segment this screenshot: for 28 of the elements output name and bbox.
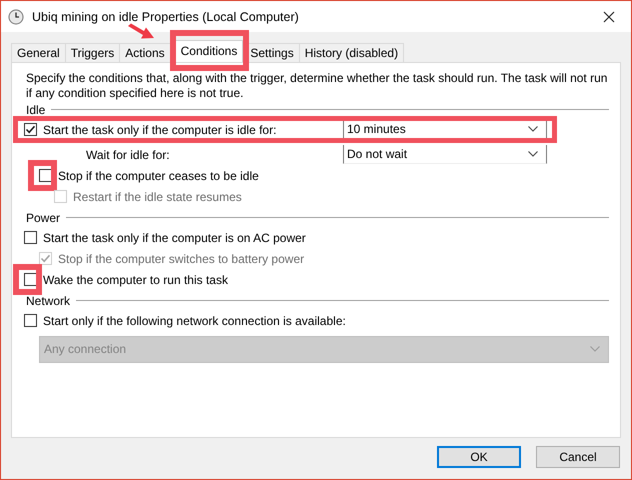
- dialog-button[interactable]: OK: [437, 446, 521, 468]
- checkbox-label[interactable]: Start the task only if the computer is idle for:: [43, 122, 343, 136]
- chevron-down-icon: [528, 126, 538, 132]
- section-heading: Network: [26, 294, 72, 308]
- tab[interactable]: History (disabled): [298, 43, 404, 62]
- checkbox[interactable]: [39, 169, 52, 182]
- checkbox[interactable]: [24, 123, 37, 136]
- checkbox-label[interactable]: Wake the computer to run this task: [43, 272, 228, 286]
- tab[interactable]: Triggers: [64, 43, 120, 62]
- checkbox[interactable]: [24, 314, 37, 327]
- description-text: Specify the conditions that, along with the trigger, determine whether the task should run. The task will not run if any condition specified here is not true.: [26, 71, 608, 101]
- close-icon[interactable]: [603, 10, 615, 22]
- checkbox[interactable]: [24, 231, 37, 244]
- tab[interactable]: Conditions: [174, 40, 244, 62]
- field-label: Wait for idle for:: [85, 148, 171, 162]
- window-title: Ubiq mining on idle Properties (Local Computer): [32, 10, 300, 24]
- checkbox[interactable]: [24, 273, 37, 286]
- checkbox-label[interactable]: Stop if the computer ceases to be idle: [58, 168, 259, 182]
- dropdown[interactable]: Do not wait: [343, 145, 547, 164]
- chevron-down-icon: [528, 151, 538, 157]
- section-heading: Power: [26, 210, 62, 224]
- section-heading: Idle: [26, 102, 46, 116]
- tab[interactable]: General: [11, 43, 66, 62]
- checkbox-label[interactable]: Start the task only if the computer is on AC power: [43, 230, 306, 244]
- dialog-button[interactable]: Cancel: [536, 446, 620, 468]
- chevron-down-icon: [590, 346, 600, 352]
- checkbox-label[interactable]: Start only if the following network connection is available:: [43, 314, 346, 328]
- clock-icon: [8, 8, 24, 24]
